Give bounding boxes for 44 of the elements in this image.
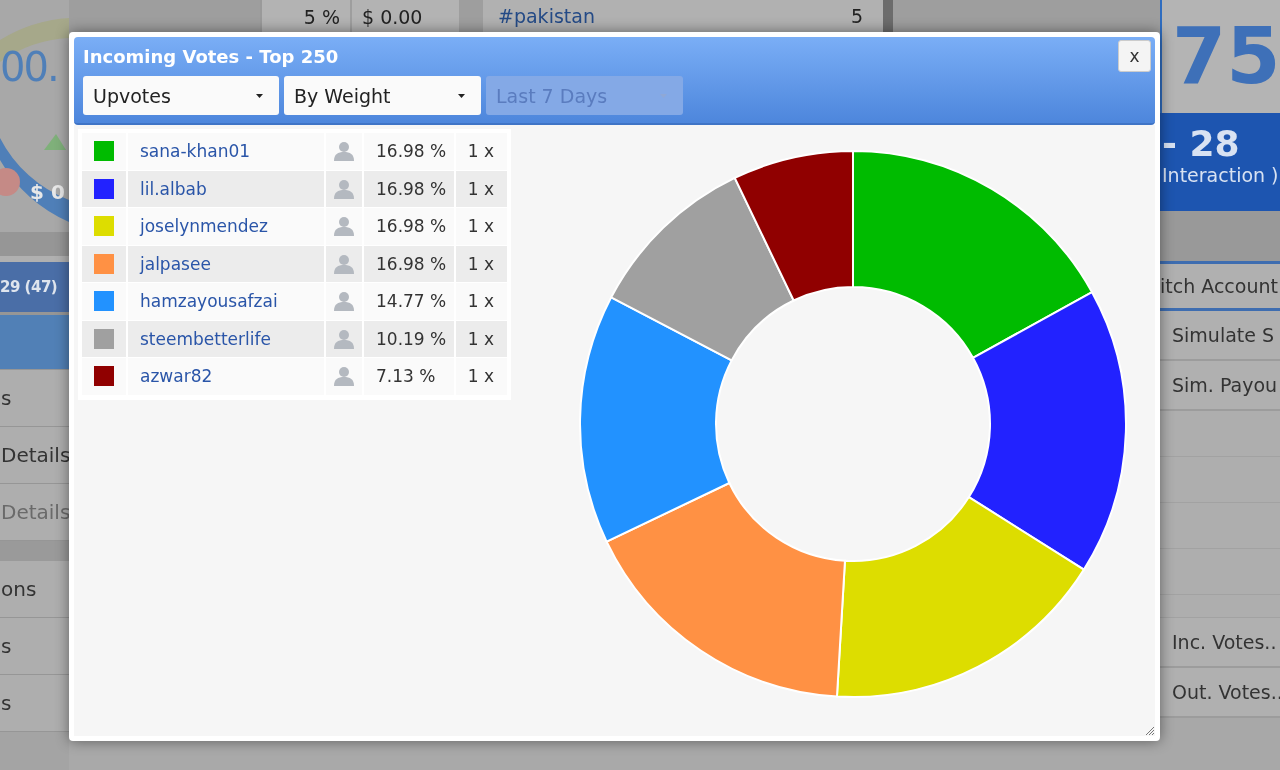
- user-link[interactable]: hamzayousafzai: [140, 291, 278, 312]
- vote-count: 1 x: [467, 141, 495, 162]
- vote-count: 1 x: [467, 253, 495, 274]
- share-value: 10.19 %: [376, 328, 447, 349]
- dropdown[interactable]: Upvotes: [83, 76, 279, 115]
- rank-caption: Interaction ): [1162, 164, 1280, 186]
- menu-button[interactable]: Details: [0, 427, 69, 484]
- menu-button[interactable]: ons: [0, 561, 69, 618]
- share-value: 16.98 %: [376, 178, 447, 199]
- share-value: 14.77 %: [376, 291, 447, 312]
- menu-button[interactable]: s: [0, 370, 69, 427]
- score-number: 75: [1172, 17, 1280, 103]
- tag-row[interactable]: #pakistan 5: [483, 0, 883, 32]
- menu-button[interactable]: Out. Votes..: [1160, 668, 1280, 718]
- menu-button[interactable]: 29 (47): [0, 262, 69, 370]
- menu-button[interactable]: Sim. Payou: [1160, 361, 1280, 411]
- menu-button[interactable]: itch Account.: [1160, 261, 1280, 311]
- share-value: 16.98 %: [376, 253, 447, 274]
- dropdown[interactable]: By Weight: [284, 76, 481, 115]
- vote-count: 1 x: [467, 291, 495, 312]
- tag-count: 5: [850, 5, 863, 29]
- vote-count: 1 x: [467, 366, 495, 387]
- share-value: 7.13 %: [376, 366, 436, 387]
- dialog-title: Incoming Votes - Top 250: [83, 45, 339, 67]
- vote-count: 1 x: [467, 328, 495, 349]
- user-link[interactable]: jalpasee: [140, 253, 211, 274]
- user-link[interactable]: joselynmendez: [140, 216, 268, 237]
- vote-count: 1 x: [467, 178, 495, 199]
- table-cell-text: $ 0.00: [361, 5, 423, 30]
- tag-link[interactable]: #pakistan: [498, 5, 595, 32]
- rank-number: - 28: [1162, 122, 1241, 164]
- menu-button[interactable]: Simulate S: [1160, 311, 1280, 361]
- share-value: 16.98 %: [376, 141, 447, 162]
- user-link[interactable]: lil.albab: [140, 178, 207, 199]
- user-link[interactable]: steembetterlife: [140, 328, 271, 349]
- vote-count: 1 x: [467, 216, 495, 237]
- amount-text: 00.: [0, 44, 58, 90]
- menu-button[interactable]: s: [0, 618, 69, 675]
- user-link[interactable]: azwar82: [140, 366, 213, 387]
- menu-button[interactable]: Inc. Votes..: [1160, 618, 1280, 668]
- close-button[interactable]: x: [1118, 40, 1151, 72]
- menu-button[interactable]: s: [0, 675, 69, 732]
- share-value: 16.98 %: [376, 216, 447, 237]
- user-link[interactable]: sana-khan01: [140, 141, 251, 162]
